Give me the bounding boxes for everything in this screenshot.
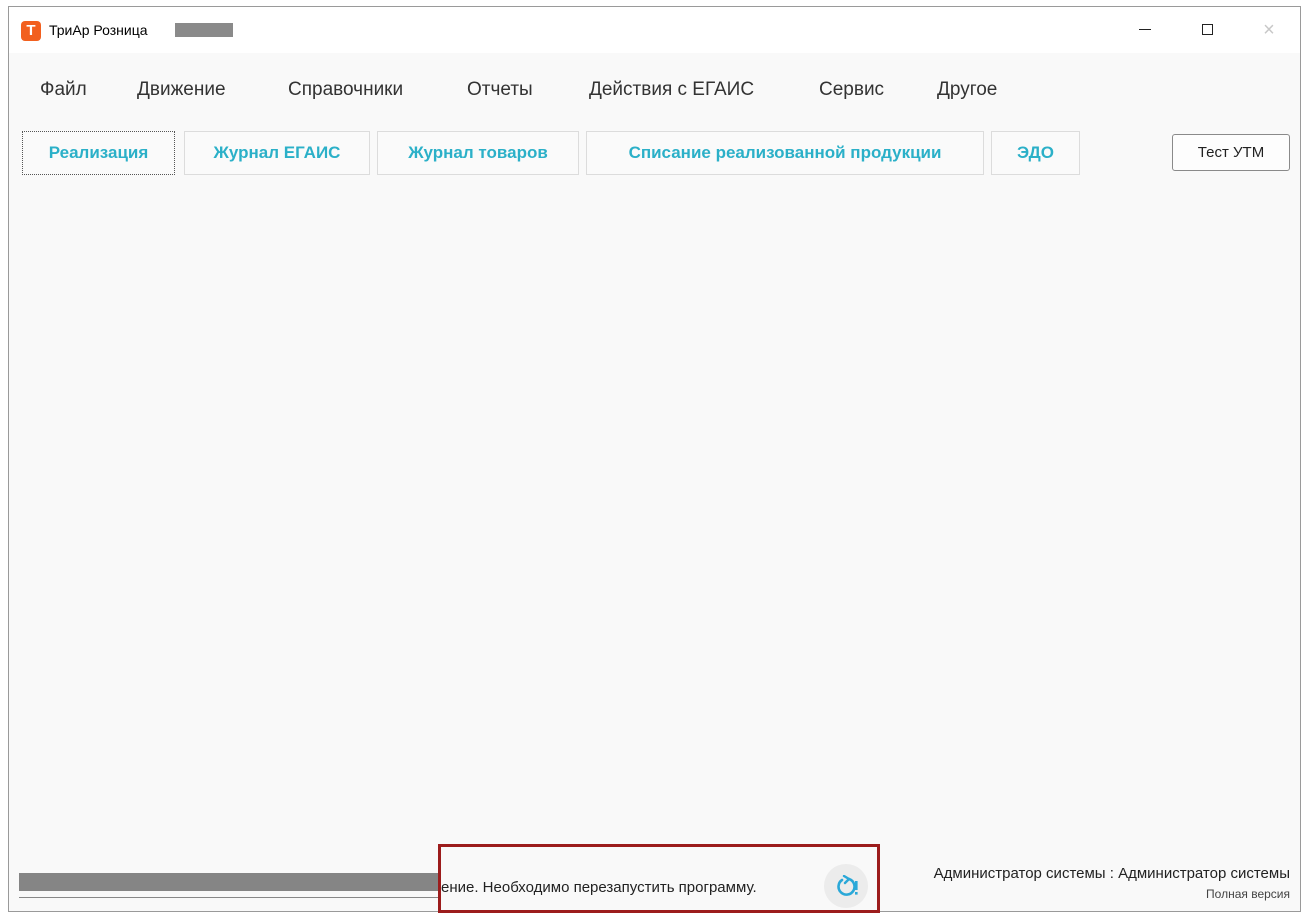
app-window: T ТриАр Розница × Файл Движение Справочн… <box>8 6 1301 913</box>
menu-movement[interactable]: Движение <box>137 79 226 101</box>
restart-button[interactable] <box>824 864 868 908</box>
menu-directories[interactable]: Справочники <box>288 79 403 101</box>
tab-edo[interactable]: ЭДО <box>991 131 1080 175</box>
minimize-button[interactable] <box>1114 7 1176 53</box>
maximize-button[interactable] <box>1176 7 1238 53</box>
menu-egais-actions[interactable]: Действия с ЕГАИС <box>589 79 754 101</box>
version-label: Полная версия <box>1206 887 1290 901</box>
restart-notice-text: ение. Необходимо перезапустить программу… <box>441 879 757 896</box>
redacted-title-block <box>175 23 233 37</box>
tab-sales[interactable]: Реализация <box>22 131 175 175</box>
status-divider <box>19 897 439 898</box>
restart-notice: ение. Необходимо перезапустить программу… <box>438 844 880 913</box>
close-button[interactable]: × <box>1238 7 1300 53</box>
tab-egais-journal[interactable]: Журнал ЕГАИС <box>184 131 370 175</box>
restart-icon <box>837 875 858 896</box>
minimize-icon <box>1139 29 1151 31</box>
menu-service[interactable]: Сервис <box>819 79 884 101</box>
menu-reports[interactable]: Отчеты <box>467 79 533 101</box>
app-title: ТриАр Розница <box>49 22 148 38</box>
app-logo-icon: T <box>21 21 41 41</box>
title-bar: T ТриАр Розница × <box>9 7 1300 53</box>
tab-goods-journal[interactable]: Журнал товаров <box>377 131 579 175</box>
test-utm-button[interactable]: Тест УТМ <box>1172 134 1290 171</box>
tab-write-off-sold[interactable]: Списание реализованной продукции <box>586 131 984 175</box>
menu-other[interactable]: Другое <box>937 79 997 101</box>
maximize-icon <box>1201 24 1213 36</box>
current-user: Администратор системы : Администратор си… <box>933 865 1290 882</box>
menu-file[interactable]: Файл <box>40 79 87 101</box>
redacted-status-block <box>19 873 439 891</box>
